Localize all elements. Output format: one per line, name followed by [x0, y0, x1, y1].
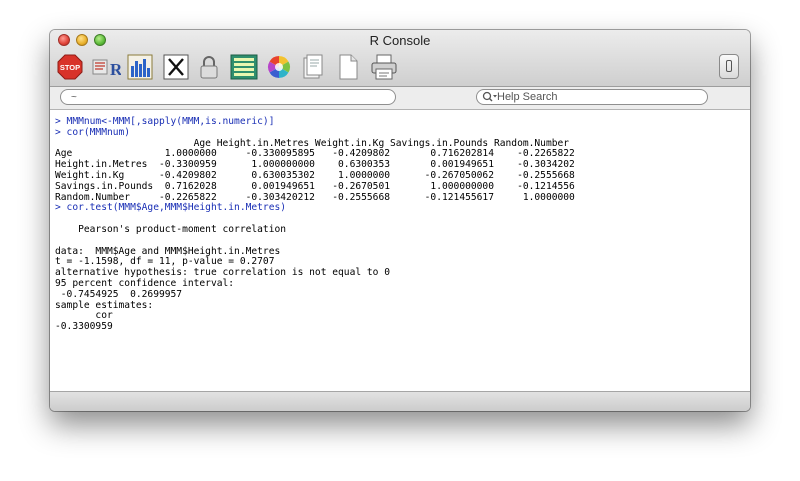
help-search-box[interactable]	[476, 89, 708, 105]
r-console-window: R Console STOP R ~ Help Search > MMMnum<…	[50, 30, 750, 411]
console-output-line: -0.7454925 0.2699957	[55, 288, 183, 300]
console-output-line: Savings.in.Pounds 0.7162028 0.001949651 …	[55, 180, 575, 192]
source-script-icon[interactable]: R	[91, 54, 121, 80]
console-command-line: > cor.test(MMM$Age,MMM$Height.in.Metres)	[55, 202, 287, 214]
console-output-line: cor	[55, 310, 113, 322]
console-command-line: > MMMnum<-MMM[,sapply(MMM,is.numeric)]	[55, 116, 275, 127]
console-output-line: Pearson's product-moment correlation	[55, 223, 287, 235]
stop-label: STOP	[60, 63, 80, 72]
console-output[interactable]: > MMMnum<-MMM[,sapply(MMM,is.numeric)] > …	[50, 110, 750, 391]
quartz-graphics-icon[interactable]	[127, 54, 153, 80]
x11-icon[interactable]	[163, 54, 189, 80]
print-icon[interactable]	[370, 54, 398, 80]
lock-icon[interactable]	[198, 54, 220, 80]
working-directory-field[interactable]: ~	[60, 89, 396, 105]
search-icon	[482, 91, 497, 102]
window-title: R Console	[369, 33, 431, 48]
new-document-icon[interactable]	[337, 54, 359, 80]
workspace-browser-icon[interactable]	[230, 54, 258, 80]
svg-text:R: R	[110, 60, 121, 79]
toggle-toolbar-button[interactable]	[719, 54, 739, 79]
status-bar	[50, 391, 750, 411]
help-search-input[interactable]	[497, 90, 697, 104]
console-command-line: > cor(MMMnum)	[55, 126, 131, 138]
console-output-line: -0.3300959	[55, 321, 113, 333]
stop-button[interactable]: STOP	[57, 54, 83, 80]
toolbar: R Console STOP R	[50, 30, 750, 87]
color-wheel-icon[interactable]	[266, 54, 292, 80]
path-bar: ~	[50, 87, 750, 110]
console-output-line: sample estimates:	[55, 299, 154, 311]
open-document-icon[interactable]	[302, 54, 324, 80]
